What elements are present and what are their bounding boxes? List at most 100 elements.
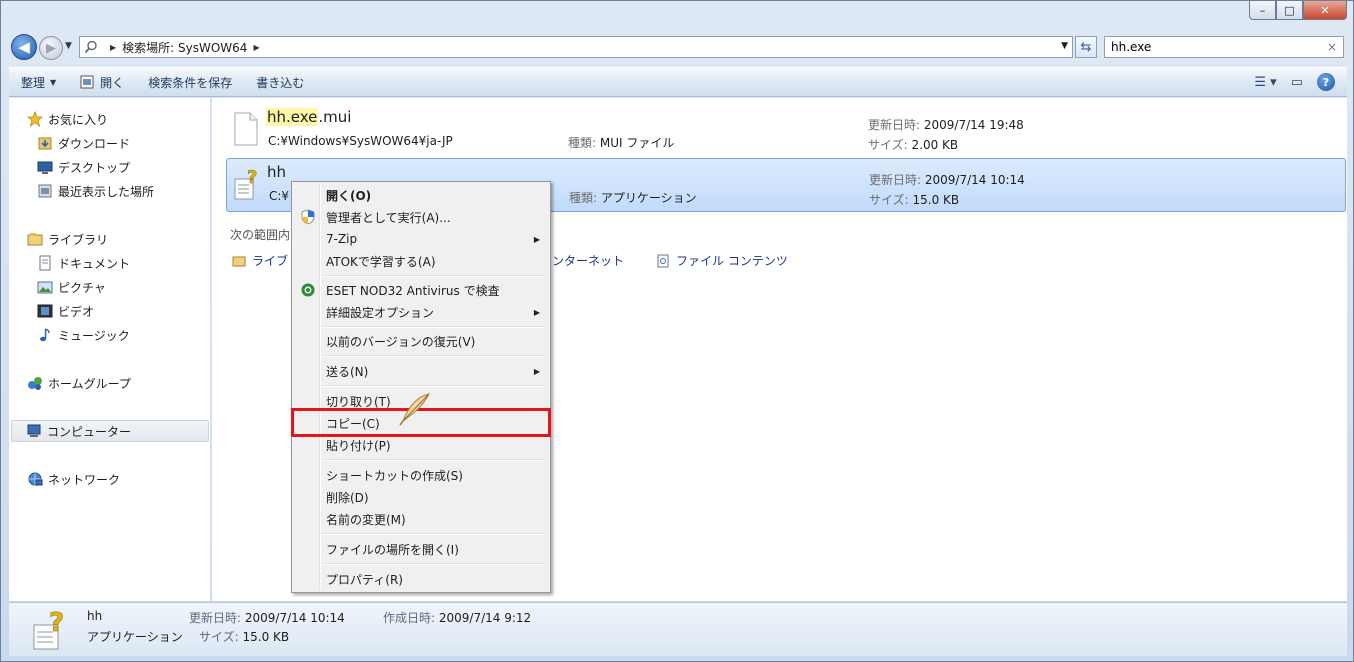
help-icon[interactable]: ? (1317, 73, 1335, 91)
nav-homegroup[interactable]: ホームグループ (27, 372, 131, 394)
back-button[interactable]: ◀ (11, 34, 37, 60)
menu-item-atok[interactable]: ATOKで学習する(A) (294, 250, 548, 272)
nav-documents[interactable]: ドキュメント (37, 252, 130, 274)
result-name: hh (267, 163, 287, 181)
menu-label: 送る(N) (326, 364, 369, 379)
search-input[interactable] (1111, 40, 1311, 54)
result-size-label: サイズ: (869, 193, 909, 207)
organize-button[interactable]: 整理 ▼ (9, 68, 68, 96)
refresh-button[interactable]: ⇆ (1075, 36, 1097, 58)
menu-separator (322, 385, 546, 387)
menu-label: 名前の変更(M) (326, 512, 406, 527)
search-internet-link[interactable]: インターネット (540, 252, 624, 269)
menu-item-7zip[interactable]: 7-Zip ▶ (294, 228, 548, 250)
menu-separator (322, 563, 546, 565)
forward-button[interactable]: ▶ (39, 36, 63, 60)
help-file-icon: ? (33, 609, 64, 650)
recent-pages-dropdown[interactable]: ▼ (65, 41, 72, 51)
search-box[interactable]: × (1104, 36, 1344, 58)
menu-item-advanced-options[interactable]: 詳細設定オプション ▶ (294, 301, 548, 323)
breadcrumb-separator-icon[interactable]: ▶ (110, 43, 116, 52)
caption-buttons: – □ ✕ (1249, 1, 1347, 20)
address-dropdown-icon[interactable]: ▼ (1061, 41, 1068, 51)
nav-pictures[interactable]: ピクチャ (37, 276, 106, 298)
open-label: 開く (100, 75, 125, 90)
result-size: サイズ: 15.0 KB (869, 191, 959, 208)
result-name-highlight: hh.exe (266, 108, 319, 126)
nav-downloads[interactable]: ダウンロード (37, 132, 130, 154)
music-icon (40, 328, 50, 342)
context-menu: 開く(O) 管理者として実行(A)... 7-Zip ▶ ATOKで学習する(A… (291, 181, 551, 593)
menu-label: 貼り付け(P) (326, 438, 391, 453)
menu-item-restore-previous[interactable]: 以前のバージョンの復元(V) (294, 330, 548, 352)
result-name-rest: .mui (318, 108, 352, 126)
nav-network[interactable]: ネットワーク (27, 468, 120, 490)
search-file-contents-link[interactable]: ファイル コンテンツ (656, 252, 788, 269)
libraries-icon (27, 233, 43, 246)
toolbar-right: ☰ ▾ ▭ ? (1254, 73, 1335, 91)
breadcrumb-location[interactable]: 検索場所: SysWOW64 (122, 39, 247, 56)
open-button[interactable]: 開く (68, 68, 136, 96)
preview-pane-icon[interactable]: ▭ (1291, 75, 1303, 90)
details-size-label: サイズ: (199, 630, 239, 644)
nav-music-label: ミュージック (58, 328, 130, 343)
close-button[interactable]: ✕ (1303, 1, 1347, 20)
menu-label: 詳細設定オプション (326, 305, 435, 320)
nav-libraries[interactable]: ライブラリ (27, 228, 108, 250)
nav-libraries-label: ライブラリ (48, 232, 109, 247)
organize-label: 整理 (21, 75, 46, 90)
breadcrumb-chevron-icon[interactable]: ▶ (253, 43, 259, 52)
svg-text:?: ? (247, 167, 257, 188)
menu-item-delete[interactable]: 削除(D) (294, 486, 548, 508)
details-size-value: 15.0 KB (242, 630, 290, 644)
details-modified-label: 更新日時: (189, 611, 242, 625)
maximize-button[interactable]: □ (1276, 1, 1303, 20)
result-type-label: 種類: (568, 136, 597, 150)
nav-music[interactable]: ミュージック (37, 324, 130, 346)
menu-item-eset-scan[interactable]: ESET NOD32 Antivirus で検査 (294, 279, 548, 301)
menu-item-run-as-admin[interactable]: 管理者として実行(A)... (294, 206, 548, 228)
view-options-icon[interactable]: ☰ ▾ (1254, 75, 1276, 90)
nav-recent-places[interactable]: 最近表示した場所 (37, 180, 154, 202)
nav-homegroup-label: ホームグループ (48, 376, 131, 391)
nav-desktop[interactable]: デスクトップ (37, 156, 130, 178)
menu-item-rename[interactable]: 名前の変更(M) (294, 508, 548, 530)
result-modified: 更新日時: 2009/7/14 10:14 (869, 171, 1025, 188)
menu-item-send-to[interactable]: 送る(N) ▶ (294, 360, 548, 382)
menu-item-open-file-location[interactable]: ファイルの場所を開く(I) (294, 538, 548, 560)
menu-item-open[interactable]: 開く(O) (294, 184, 548, 206)
result-modified-label: 更新日時: (868, 118, 921, 132)
menu-item-paste[interactable]: 貼り付け(P) (294, 434, 548, 456)
result-item[interactable]: hh.exe.mui C:¥Windows¥SysWOW64¥ja-JP 種類:… (226, 104, 1346, 158)
downloads-folder-icon (38, 137, 52, 150)
application-icon (80, 75, 94, 89)
menu-label: ATOKで学習する(A) (326, 254, 436, 269)
file-icon (234, 112, 258, 146)
menu-label: 削除(D) (326, 490, 369, 505)
menu-item-properties[interactable]: プロパティ(R) (294, 568, 548, 590)
result-type-label: 種類: (569, 191, 598, 205)
result-modified-label: 更新日時: (869, 173, 922, 187)
details-modified: 更新日時: 2009/7/14 10:14 (189, 609, 345, 626)
details-created: 作成日時: 2009/7/14 9:12 (383, 609, 531, 626)
result-path: C:¥ (269, 189, 290, 203)
save-search-button[interactable]: 検索条件を保存 (136, 68, 244, 96)
nav-videos[interactable]: ビデオ (37, 300, 94, 322)
save-search-label: 検索条件を保存 (148, 75, 233, 90)
nav-documents-label: ドキュメント (58, 256, 131, 271)
nav-computer[interactable]: コンピューター (11, 420, 209, 442)
submenu-arrow-icon: ▶ (533, 366, 540, 376)
menu-label: 以前のバージョンの復元(V) (326, 334, 476, 349)
pictures-icon (37, 281, 53, 294)
nav-favorites[interactable]: お気に入り (27, 108, 108, 130)
nav-recent-label: 最近表示した場所 (58, 184, 155, 199)
search-libraries-link[interactable]: ライブ (232, 252, 288, 269)
menu-item-create-shortcut[interactable]: ショートカットの作成(S) (294, 464, 548, 486)
minimize-button[interactable]: – (1249, 1, 1276, 20)
search-again-label: 次の範囲内 (230, 228, 291, 242)
address-bar[interactable]: ▶ 検索場所: SysWOW64 ▶ ▼ (79, 36, 1073, 58)
burn-button[interactable]: 書き込む (244, 68, 316, 96)
nav-network-label: ネットワーク (48, 472, 121, 487)
clear-search-icon[interactable]: × (1327, 40, 1337, 54)
result-type-value: MUI ファイル (599, 136, 675, 150)
